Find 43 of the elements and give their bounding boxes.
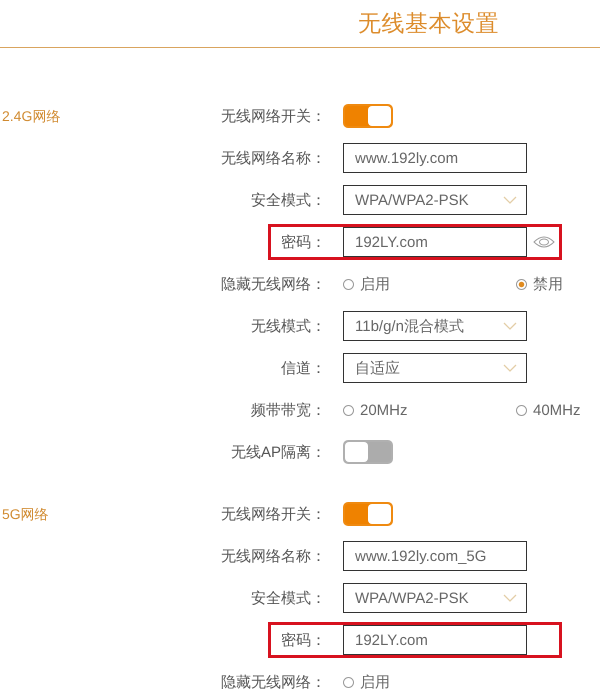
field-label: 无线AP隔离： <box>230 442 326 462</box>
field-label: 无线网络名称： <box>220 148 326 168</box>
password-field[interactable]: 192LY.com <box>343 227 527 257</box>
radio-option[interactable]: 禁用 <box>516 274 600 294</box>
radio-option[interactable]: 20MHz <box>343 402 516 418</box>
radio-icon[interactable] <box>343 404 354 416</box>
toggle-switch[interactable] <box>343 104 393 128</box>
toggle-switch[interactable] <box>343 440 393 464</box>
field-label: 安全模式： <box>250 190 326 210</box>
select-field[interactable]: 自适应 <box>343 353 527 383</box>
eye-icon[interactable] <box>533 236 555 248</box>
section-label: 5G网络 <box>1 505 49 524</box>
radio-option[interactable]: 40MHz <box>516 402 600 418</box>
radio-option[interactable]: 启用 <box>343 672 516 692</box>
radio-option[interactable]: 启用 <box>343 274 516 294</box>
field-label: 无线网络开关： <box>220 106 326 126</box>
password-field[interactable]: 192LY.com <box>343 625 527 655</box>
page-title: 无线基本设置 <box>358 9 499 38</box>
chevron-down-icon <box>503 594 517 602</box>
field-label: 密码： <box>280 232 326 252</box>
toggle-switch[interactable] <box>343 502 393 526</box>
section-label: 2.4G网络 <box>1 107 60 126</box>
field-label: 密码： <box>280 630 326 650</box>
field-label: 隐藏无线网络： <box>220 672 326 692</box>
field-label: 无线模式： <box>250 316 326 336</box>
radio-icon[interactable] <box>343 676 354 688</box>
select-field[interactable]: 11b/g/n混合模式 <box>343 311 527 341</box>
field-label: 隐藏无线网络： <box>220 274 326 294</box>
select-field[interactable]: WPA/WPA2-PSK <box>343 583 527 613</box>
text-field[interactable]: www.192ly.com_5G <box>343 541 527 571</box>
text-field[interactable]: www.192ly.com <box>343 143 527 173</box>
field-label: 频带带宽： <box>250 400 326 420</box>
radio-icon[interactable] <box>343 278 354 290</box>
radio-icon[interactable] <box>516 278 527 290</box>
chevron-down-icon <box>503 322 517 330</box>
field-label: 无线网络开关： <box>220 504 326 524</box>
chevron-down-icon <box>503 196 517 204</box>
field-label: 安全模式： <box>250 588 326 608</box>
chevron-down-icon <box>503 364 517 372</box>
field-label: 信道： <box>280 358 326 378</box>
field-label: 无线网络名称： <box>220 546 326 566</box>
select-field[interactable]: WPA/WPA2-PSK <box>343 185 527 215</box>
radio-icon[interactable] <box>516 404 527 416</box>
